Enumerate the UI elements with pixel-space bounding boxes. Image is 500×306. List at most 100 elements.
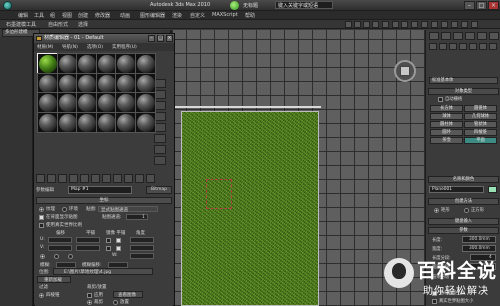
material-sample-slot[interactable] (56, 92, 78, 113)
toolbar-material-editor-icon[interactable] (441, 21, 448, 28)
object-color-swatch[interactable] (488, 186, 497, 193)
material-sample-slot[interactable] (115, 53, 136, 74)
real-world-scale-checkbox[interactable] (39, 223, 44, 228)
go-forward-sibling-icon[interactable] (146, 174, 155, 183)
place-radio[interactable] (113, 300, 118, 305)
material-sample-slot[interactable] (37, 72, 58, 94)
me-menu-navigation[interactable]: 导航(N) (62, 44, 78, 50)
app-logo-icon[interactable] (3, 1, 12, 10)
viewcube-icon[interactable] (400, 66, 410, 76)
w-angle-input[interactable] (130, 253, 154, 259)
toolbar-percent-snap-icon[interactable] (363, 21, 370, 28)
pyramidal-radio[interactable] (39, 293, 44, 298)
toolbar-schematic-icon[interactable] (431, 21, 438, 28)
ribbon-tab-freeform[interactable]: 自由形式 (48, 21, 68, 28)
object-name-input[interactable]: Plane001 (429, 186, 484, 193)
uv-radio[interactable] (40, 254, 45, 259)
name-color-header[interactable]: 名称和颜色 (428, 176, 499, 183)
me-maximize-button[interactable]: □ (157, 35, 164, 42)
mapping-dropdown[interactable]: 显式贴图通道 (98, 206, 158, 213)
toolbar-align-icon[interactable] (401, 21, 408, 28)
toolbar-layer-icon[interactable] (411, 21, 418, 28)
cylinder-button[interactable]: 圆柱体 (430, 121, 463, 128)
search-input[interactable]: 键入关键字或短语 (275, 1, 333, 9)
menu-group[interactable]: 组 (50, 12, 55, 19)
material-sample-slot[interactable] (115, 72, 136, 94)
material-type-button[interactable]: Bitmap (146, 186, 172, 194)
environ-radio[interactable] (62, 207, 67, 212)
u-offset-input[interactable] (48, 237, 72, 243)
material-sample-slot[interactable] (76, 111, 97, 133)
texture-radio[interactable] (39, 207, 44, 212)
menu-create[interactable]: 创建 (78, 12, 88, 19)
menu-rendering[interactable]: 渲染 (172, 12, 182, 19)
menu-views[interactable]: 视图 (62, 12, 72, 19)
menu-maxscript[interactable]: MAXScript (212, 12, 238, 18)
u-mirror-checkbox[interactable] (106, 238, 111, 243)
sample-type-icon[interactable] (154, 79, 166, 88)
me-menu-utilities[interactable]: 实用程序(U) (112, 44, 137, 50)
toolbar-render-setup-icon[interactable] (451, 21, 458, 28)
info-center-icon[interactable] (230, 1, 239, 10)
toolbar-quick-render-icon[interactable] (471, 21, 478, 28)
material-sample-slot[interactable] (115, 92, 136, 113)
backlight-icon[interactable] (154, 90, 166, 99)
torus-button[interactable]: 圆环 (430, 129, 463, 136)
coords-rollout-header[interactable]: 坐标 (36, 197, 172, 204)
get-material-icon[interactable] (36, 174, 45, 183)
show-map-in-viewport-icon[interactable] (113, 174, 122, 183)
me-minimize-button[interactable]: – (148, 35, 155, 42)
toolbar-snap-icon[interactable] (345, 21, 352, 28)
material-sample-slot[interactable] (56, 53, 78, 74)
show-end-result-icon[interactable] (124, 174, 133, 183)
menu-help[interactable]: 帮助 (245, 12, 255, 19)
motion-tab-icon[interactable] (465, 32, 475, 40)
keyboard-entry-header[interactable]: 键盘输入 (428, 218, 499, 225)
close-button[interactable]: × (488, 1, 499, 10)
material-sample-slot[interactable] (95, 111, 117, 133)
length-input[interactable]: 300.0mm (462, 236, 496, 243)
select-by-material-icon[interactable] (154, 156, 166, 165)
material-sample-slot[interactable] (134, 72, 156, 94)
assign-to-selection-icon[interactable] (58, 174, 67, 183)
make-preview-icon[interactable] (154, 134, 166, 143)
width-input[interactable]: 300.0mm (462, 245, 496, 252)
vw-radio[interactable] (54, 254, 59, 259)
options-icon[interactable] (154, 145, 166, 154)
material-sample-slot[interactable] (95, 72, 117, 94)
map-channel-input[interactable]: 1 (126, 214, 148, 220)
me-menu-options[interactable]: 选项(O) (87, 44, 103, 50)
u-angle-input[interactable] (130, 237, 154, 243)
material-sample-slot[interactable] (134, 53, 156, 74)
tube-button[interactable]: 管状体 (464, 121, 497, 128)
me-close-button[interactable]: × (166, 35, 173, 42)
me-menu-material[interactable]: 材质(M) (37, 44, 53, 50)
rectangle-radio[interactable] (434, 208, 439, 213)
material-sample-slot[interactable] (76, 72, 97, 94)
v-offset-input[interactable] (48, 245, 72, 251)
ribbon-tab-selection[interactable]: 选择 (78, 21, 88, 28)
menu-tools[interactable]: 工具 (34, 12, 44, 19)
hierarchy-tab-icon[interactable] (453, 32, 463, 40)
v-mirror-checkbox[interactable] (106, 246, 111, 251)
video-check-icon[interactable] (154, 123, 166, 132)
menu-edit[interactable]: 编辑 (18, 12, 28, 19)
uv-tiling-icon[interactable] (154, 112, 166, 121)
reload-button[interactable]: 重新加载 (37, 276, 71, 283)
modify-tab-icon[interactable] (441, 32, 451, 40)
toolbar-spinner-snap-icon[interactable] (372, 21, 379, 28)
put-to-library-icon[interactable] (91, 174, 100, 183)
put-to-scene-icon[interactable] (47, 174, 56, 183)
spacewarps-icon[interactable] (479, 43, 487, 50)
material-sample-slot[interactable] (95, 92, 117, 113)
ribbon-tab-graphite[interactable]: 石墨建模工具 (6, 21, 36, 28)
material-sample-slot[interactable] (37, 111, 58, 133)
material-sample-slot[interactable] (76, 92, 97, 113)
v-tiling-input[interactable] (76, 245, 100, 251)
menu-animation[interactable]: 动画 (120, 12, 130, 19)
material-id-icon[interactable] (102, 174, 111, 183)
square-radio[interactable] (464, 208, 469, 213)
maximize-button[interactable]: □ (476, 1, 487, 10)
helpers-icon[interactable] (469, 43, 477, 50)
shapes-icon[interactable] (439, 43, 447, 50)
